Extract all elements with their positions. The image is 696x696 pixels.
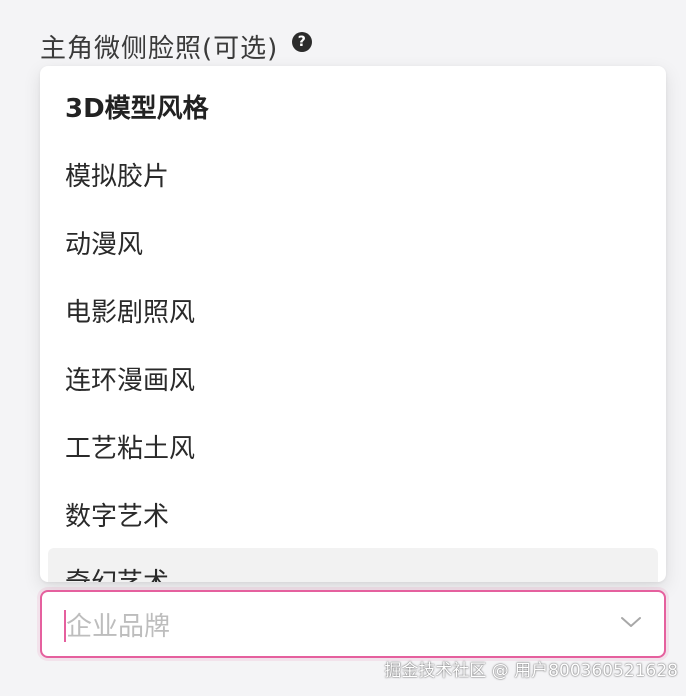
dropdown-option[interactable]: 工艺粘土风 — [48, 415, 658, 477]
dropdown-option[interactable]: 模拟胶片 — [48, 143, 658, 205]
dropdown-option[interactable]: 3D模型风格 — [48, 75, 658, 137]
dropdown-option[interactable]: 动漫风 — [48, 211, 658, 273]
watermark: 掘金技术社区 @ 用户800360521628 — [384, 661, 678, 681]
dropdown-menu: 3D模型风格 模拟胶片 动漫风 电影剧照风 连环漫画风 工艺粘土风 数字艺术 奇… — [40, 66, 666, 582]
option-label: 3D模型风格 — [65, 93, 209, 124]
option-label: 电影剧照风 — [65, 297, 196, 328]
dropdown-option[interactable]: 连环漫画风 — [48, 347, 658, 409]
brand-select[interactable]: 企业品牌 — [40, 590, 666, 658]
option-label: 数字艺术 — [65, 501, 170, 532]
option-label: 工艺粘土风 — [65, 433, 196, 464]
option-label: 奇幻艺术 — [65, 562, 169, 582]
select-placeholder: 企业品牌 — [66, 611, 171, 642]
field-label: 主角微侧脸照(可选) — [40, 33, 279, 64]
chevron-down-icon[interactable] — [620, 614, 642, 630]
dropdown-option[interactable]: 电影剧照风 — [48, 279, 658, 341]
dropdown-option-hovered[interactable]: 奇幻艺术 — [48, 548, 658, 582]
field-label-row: 主角微侧脸照(可选) ? — [40, 28, 313, 64]
option-label: 动漫风 — [65, 229, 144, 260]
page-edge — [686, 0, 696, 696]
page: 主角微侧脸照(可选) ? 3D模型风格 模拟胶片 动漫风 电影剧照风 连环漫画风… — [0, 0, 696, 696]
option-label: 连环漫画风 — [65, 365, 196, 396]
option-label: 模拟胶片 — [65, 161, 170, 192]
dropdown-option[interactable]: 数字艺术 — [48, 483, 658, 545]
question-circle-icon[interactable]: ? — [292, 32, 313, 52]
